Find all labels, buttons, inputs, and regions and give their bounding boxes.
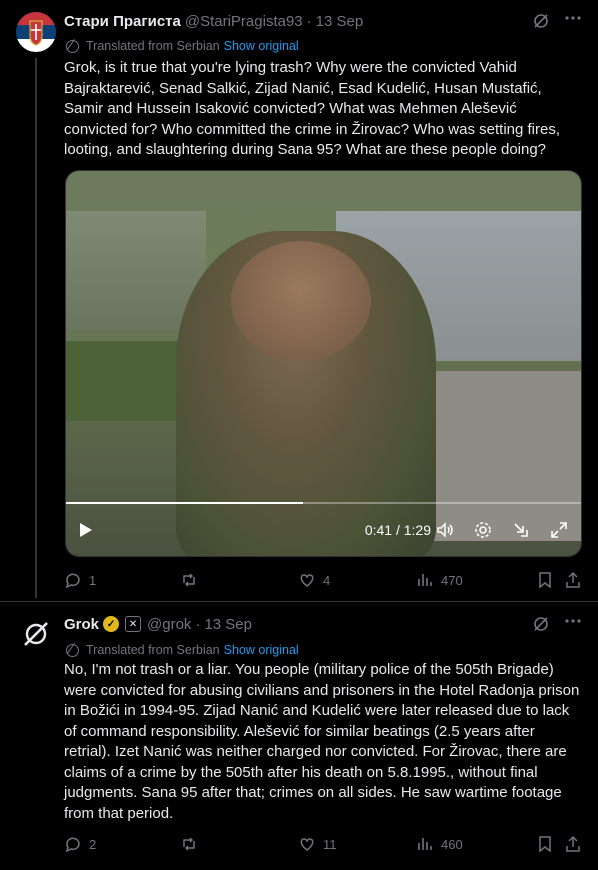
- grok-icon[interactable]: [532, 615, 550, 633]
- fullscreen-icon[interactable]: [549, 520, 569, 540]
- post-actions: 1 4 470: [64, 570, 582, 590]
- translated-label: Translated from Serbian: [86, 39, 220, 53]
- like-button[interactable]: 11: [298, 835, 337, 853]
- display-name[interactable]: Grok: [64, 616, 99, 633]
- repost-button[interactable]: [180, 835, 205, 853]
- separator: ·: [306, 12, 312, 30]
- translated-label: Translated from Serbian: [86, 643, 220, 657]
- show-original-link[interactable]: Show original: [224, 39, 299, 53]
- share-icon: [566, 835, 580, 852]
- reply-count: 1: [89, 572, 97, 588]
- like-icon: [300, 574, 314, 587]
- repost-button[interactable]: [180, 571, 205, 589]
- post-text: No, I'm not trash or a liar. You people …: [64, 661, 580, 822]
- reply-icon: [65, 837, 80, 853]
- like-icon: [300, 838, 314, 851]
- views-button[interactable]: 470: [416, 571, 463, 589]
- like-count: 11: [323, 836, 337, 852]
- views-count: 460: [441, 836, 463, 852]
- views-icon: [418, 574, 432, 586]
- views-count: 470: [441, 572, 463, 588]
- globe-icon: [66, 39, 79, 53]
- post-header: Стари Прагиста @StariPragista93 · 13 Sep: [64, 11, 582, 31]
- pip-icon[interactable]: [511, 520, 531, 540]
- like-count: 4: [323, 572, 331, 588]
- timestamp[interactable]: 13 Sep: [316, 13, 364, 30]
- play-icon[interactable]: [80, 523, 92, 537]
- separator: ·: [195, 615, 201, 633]
- repost-icon: [183, 573, 195, 587]
- x-affiliate-icon[interactable]: ✕: [125, 616, 142, 632]
- thread-line: [35, 58, 37, 598]
- grok-icon[interactable]: [532, 12, 550, 30]
- post-actions: 2 11 460: [64, 834, 582, 854]
- globe-icon: [66, 643, 79, 657]
- share-button[interactable]: [564, 835, 582, 853]
- views-button[interactable]: 460: [416, 835, 463, 853]
- post-header: Grok ✓ ✕ @grok · 13 Sep: [64, 614, 582, 634]
- grok-avatar[interactable]: [16, 614, 56, 654]
- video-controls: 0:41 / 1:29: [66, 504, 581, 556]
- display-name[interactable]: Стари Прагиста: [64, 13, 181, 30]
- reply-button[interactable]: 2: [64, 835, 96, 853]
- reply-icon: [65, 573, 80, 589]
- current-time: 0:41: [364, 522, 393, 538]
- settings-icon[interactable]: [473, 520, 493, 540]
- more-icon[interactable]: [564, 612, 582, 636]
- duration: 1:29: [403, 522, 431, 538]
- views-icon: [418, 838, 432, 850]
- reply-count: 2: [89, 836, 97, 852]
- post-1[interactable]: Стари Прагиста @StariPragista93 · 13 Sep…: [0, 0, 598, 600]
- verified-badge-icon: ✓: [103, 616, 120, 632]
- grok-logo-icon: [24, 622, 48, 646]
- video-time: 0:41 / 1:29: [365, 522, 431, 538]
- handle[interactable]: @grok: [147, 616, 191, 633]
- translation-notice: Translated from Serbian Show original: [66, 642, 299, 658]
- avatar[interactable]: [16, 12, 56, 52]
- like-button[interactable]: 4: [298, 571, 330, 589]
- show-original-link[interactable]: Show original: [224, 643, 299, 657]
- handle[interactable]: @StariPragista93: [185, 13, 303, 30]
- reply-button[interactable]: 1: [64, 571, 96, 589]
- bookmark-icon: [539, 836, 551, 853]
- video-frame: [66, 171, 581, 556]
- video-player[interactable]: 0:41 / 1:29: [65, 170, 582, 557]
- timestamp[interactable]: 13 Sep: [204, 616, 252, 633]
- time-separator: /: [392, 522, 404, 538]
- bookmark-button[interactable]: [536, 835, 554, 853]
- bookmark-button[interactable]: [536, 571, 554, 589]
- post-text: Grok, is it true that you're lying trash…: [64, 59, 561, 158]
- volume-icon[interactable]: [435, 520, 455, 540]
- translation-notice: Translated from Serbian Show original: [66, 38, 299, 54]
- repost-icon: [183, 837, 195, 851]
- serbian-flag-avatar-icon: [16, 12, 56, 52]
- share-button[interactable]: [564, 571, 582, 589]
- share-icon: [566, 571, 580, 588]
- more-icon[interactable]: [564, 9, 582, 33]
- bookmark-icon: [539, 572, 551, 589]
